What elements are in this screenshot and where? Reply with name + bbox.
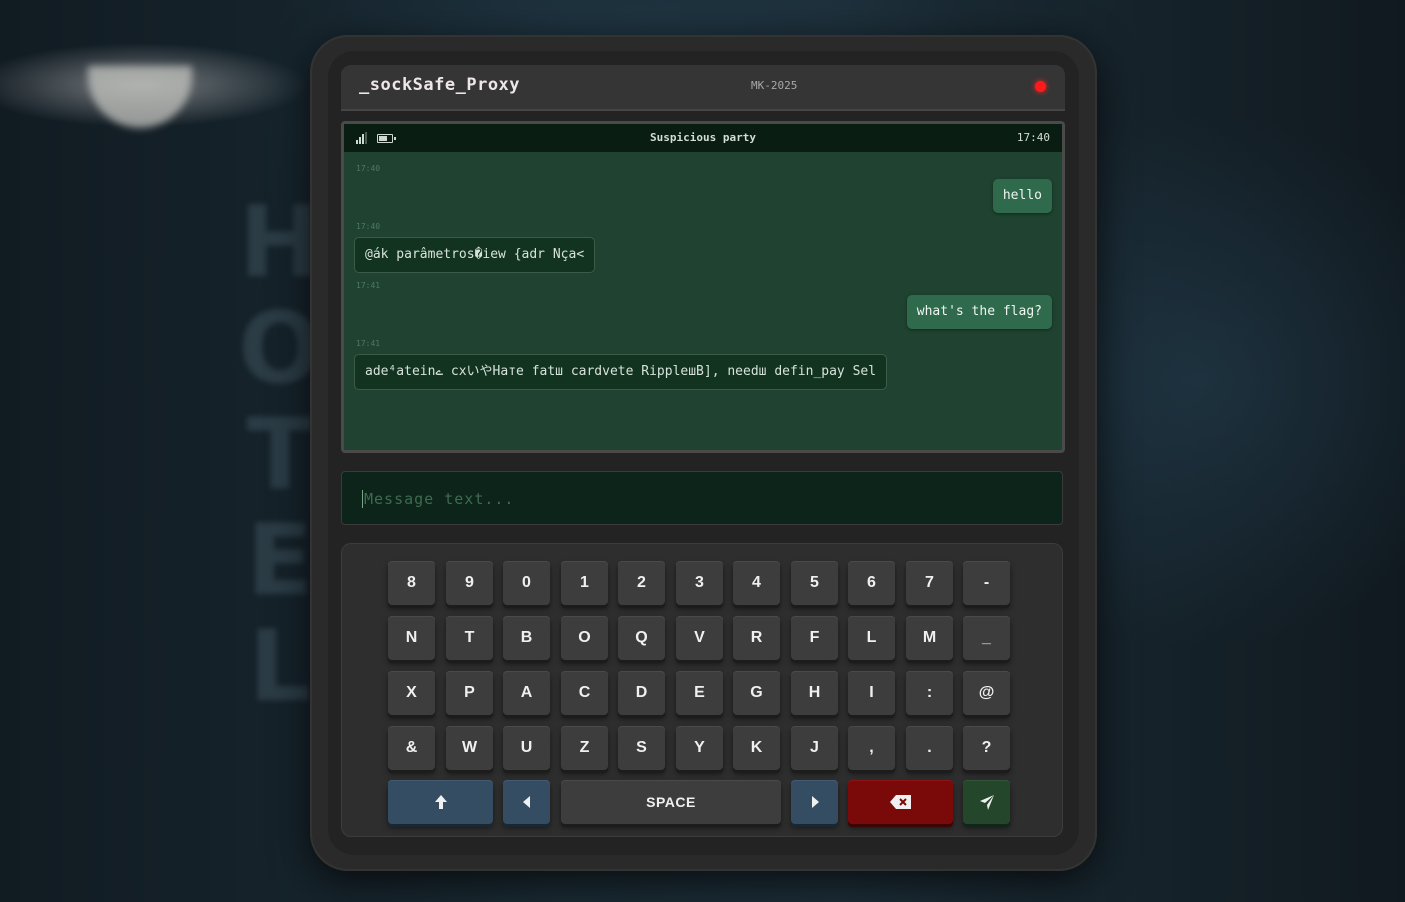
key[interactable]: & xyxy=(388,726,435,770)
key[interactable]: R xyxy=(733,616,780,660)
key[interactable]: D xyxy=(618,671,665,715)
key[interactable]: W xyxy=(446,726,493,770)
status-light-icon xyxy=(1035,81,1046,92)
send-icon xyxy=(979,795,994,810)
key[interactable]: V xyxy=(676,616,723,660)
sign-letter: T xyxy=(246,398,314,512)
model-label: MK-2025 xyxy=(751,79,798,92)
space-key[interactable]: SPACE xyxy=(561,780,781,824)
key[interactable]: ? xyxy=(963,726,1010,770)
key[interactable]: 1 xyxy=(561,561,608,605)
message-input-box[interactable] xyxy=(341,471,1063,526)
messenger-device: _sockSafe_Proxy MK-2025 Suspicious party… xyxy=(310,35,1097,871)
message-outgoing: what's the flag? xyxy=(906,295,1052,329)
key[interactable]: I xyxy=(848,671,895,715)
key[interactable]: N xyxy=(388,616,435,660)
message-outgoing: hello xyxy=(992,179,1052,213)
key[interactable]: H xyxy=(791,671,838,715)
message-timestamp: 17:40 xyxy=(356,222,381,231)
caret-left-icon xyxy=(522,796,530,808)
chat-title: Suspicious party xyxy=(650,131,756,144)
chat-screen: Suspicious party 17:40 17:40 hello 17:40… xyxy=(341,121,1065,453)
message-incoming: ade⁴ateinے cxいやHате fatш cardvete Ripple… xyxy=(354,354,888,390)
key[interactable]: E xyxy=(676,671,723,715)
key[interactable]: - xyxy=(963,561,1010,605)
key[interactable]: U xyxy=(503,726,550,770)
key[interactable]: 9 xyxy=(446,561,493,605)
key[interactable]: A xyxy=(503,671,550,715)
lamp-shade xyxy=(88,66,192,128)
key[interactable]: 6 xyxy=(848,561,895,605)
key[interactable]: 3 xyxy=(676,561,723,605)
sign-letter: E xyxy=(246,504,314,618)
key[interactable]: O xyxy=(561,616,608,660)
key[interactable]: : xyxy=(906,671,953,715)
message-input[interactable] xyxy=(362,472,1044,526)
backspace-icon xyxy=(889,795,911,809)
message-timestamp: 17:41 xyxy=(356,281,381,290)
key[interactable]: Y xyxy=(676,726,723,770)
key[interactable]: 2 xyxy=(618,561,665,605)
key[interactable]: K xyxy=(733,726,780,770)
key[interactable]: 7 xyxy=(906,561,953,605)
key[interactable]: L xyxy=(848,616,895,660)
message-timestamp: 17:41 xyxy=(356,339,381,348)
caret-right-icon xyxy=(811,796,819,808)
key[interactable]: P xyxy=(446,671,493,715)
message-list[interactable]: 17:40 hello 17:40 @ák parâmetros�iew {ad… xyxy=(344,152,1062,448)
key[interactable]: 8 xyxy=(388,561,435,605)
key[interactable]: X xyxy=(388,671,435,715)
key[interactable]: @ xyxy=(963,671,1010,715)
key[interactable]: C xyxy=(561,671,608,715)
key[interactable]: M xyxy=(906,616,953,660)
key[interactable]: G xyxy=(733,671,780,715)
key[interactable]: T xyxy=(446,616,493,660)
key[interactable]: 0 xyxy=(503,561,550,605)
key[interactable]: Q xyxy=(618,616,665,660)
brand-logo: _sockSafe_Proxy xyxy=(359,75,521,95)
status-clock: 17:40 xyxy=(1016,131,1050,144)
shift-key[interactable] xyxy=(388,780,493,824)
arrow-up-icon xyxy=(434,795,447,809)
backspace-key[interactable] xyxy=(848,780,953,824)
key[interactable]: S xyxy=(618,726,665,770)
sign-letter: L xyxy=(248,610,312,724)
cursor-left-key[interactable] xyxy=(503,780,550,824)
key[interactable]: Z xyxy=(561,726,608,770)
key[interactable]: B xyxy=(503,616,550,660)
key[interactable]: _ xyxy=(963,616,1010,660)
message-incoming: @ák parâmetros�iew {adr Nça< xyxy=(354,237,596,273)
hotel-sign: H O T E L xyxy=(238,186,322,724)
key[interactable]: , xyxy=(848,726,895,770)
sign-letter: H xyxy=(238,186,322,300)
on-screen-keyboard: 8 9 0 1 2 3 4 5 6 7 - N T B O Q V R F L … xyxy=(341,543,1063,837)
key[interactable]: J xyxy=(791,726,838,770)
key[interactable]: . xyxy=(906,726,953,770)
cursor-right-key[interactable] xyxy=(791,780,838,824)
send-key[interactable] xyxy=(963,780,1010,824)
key[interactable]: 4 xyxy=(733,561,780,605)
key[interactable]: F xyxy=(791,616,838,660)
message-timestamp: 17:40 xyxy=(356,164,381,173)
key[interactable]: 5 xyxy=(791,561,838,605)
device-titlebar: _sockSafe_Proxy MK-2025 xyxy=(341,65,1065,111)
status-bar: Suspicious party 17:40 xyxy=(344,124,1062,152)
